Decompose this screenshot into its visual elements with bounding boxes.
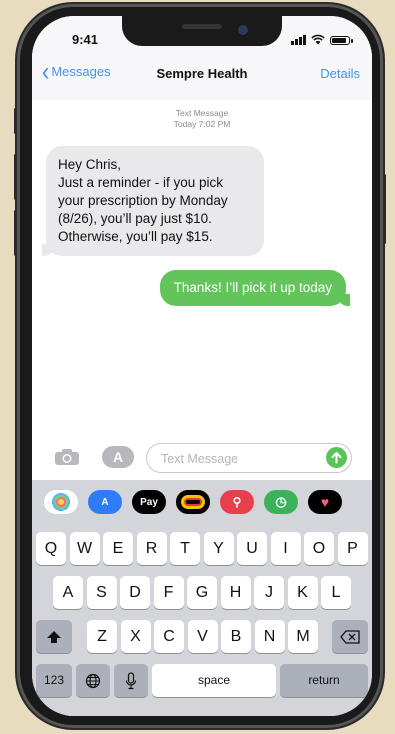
activity-rings-icon[interactable] [176,490,210,514]
key-i[interactable]: I [270,532,301,565]
timestamp-type: Text Message [175,108,229,118]
key-s[interactable]: S [86,576,117,609]
apps-icon: A [112,449,124,465]
timestamp-time: Today 7:02 PM [173,119,231,129]
key-v[interactable]: V [187,620,218,653]
key-o[interactable]: O [304,532,334,565]
globe-icon [85,673,101,688]
app-store-icon[interactable]: A [88,490,122,514]
keyboard-row-2: ASDFGHJKL [32,576,372,612]
message-input-field[interactable] [146,443,352,473]
key-t[interactable]: T [170,532,200,565]
keyboard-row-1: QWERTYUIOP [32,532,372,568]
key-q[interactable]: Q [36,532,66,565]
volume-down-button [14,210,17,256]
message-thread[interactable]: Text Message Today 7:02 PM Hey Chris, Ju… [32,100,372,440]
speaker [182,24,222,29]
key-r[interactable]: R [136,532,167,565]
key-z[interactable]: Z [87,620,117,653]
mute-switch [14,108,17,134]
search-images-icon[interactable]: ⚲ [220,490,254,514]
shift-key[interactable] [36,620,72,653]
backspace-key[interactable] [332,620,368,653]
dictation-key[interactable] [114,664,148,697]
notch [122,16,282,46]
return-key[interactable]: return [280,664,368,697]
numbers-key[interactable]: 123 [36,664,72,697]
key-u[interactable]: U [237,532,267,565]
apple-pay-icon[interactable]: Pay [132,490,166,514]
volume-up-button [14,154,17,200]
app-store-button[interactable]: A [102,446,134,468]
signal-icon [291,35,306,45]
status-icons [291,34,353,45]
message-input[interactable] [159,449,323,469]
wifi-icon [311,34,325,45]
microphone-icon [125,672,137,689]
status-time: 9:41 [72,32,99,47]
outgoing-message-bubble[interactable]: Thanks! I’ll pick it up today [159,270,351,306]
globe-key[interactable] [76,664,110,697]
incoming-message-bubble[interactable]: Hey Chris, Just a reminder - if you pick… [42,146,264,256]
power-button [383,174,386,244]
key-f[interactable]: F [153,576,184,609]
key-l[interactable]: L [321,576,351,609]
keyboard-row-3: ZXCVBNM [32,620,372,656]
key-j[interactable]: J [254,576,284,609]
front-camera [238,25,248,35]
key-e[interactable]: E [103,532,133,565]
message-line: your prescription by Monday [58,193,228,208]
phone-screen: 9:41 ‹ Messages Sempre Health Details Te… [32,16,372,716]
key-k[interactable]: K [287,576,318,609]
heart-app-icon[interactable]: ♥ [308,490,342,514]
backspace-icon [340,630,360,644]
photos-app-icon[interactable] [44,490,78,514]
details-button[interactable]: Details [320,66,360,81]
key-d[interactable]: D [120,576,150,609]
outgoing-message-text: Thanks! I’ll pick it up today [173,280,332,295]
space-key[interactable]: space [152,664,276,697]
battery-icon [330,36,353,45]
key-h[interactable]: H [220,576,251,609]
composer-bar: A [32,440,372,480]
send-button[interactable] [326,447,347,468]
shift-icon [47,630,61,643]
message-line: Just a reminder - if you pick [58,175,224,190]
key-a[interactable]: A [53,576,83,609]
apple-pay-label: Pay [140,496,158,508]
key-p[interactable]: P [337,532,368,565]
message-line: Hey Chris, [58,157,122,172]
key-y[interactable]: Y [203,532,234,565]
keyboard: QWERTYUIOP ASDFGHJKL ZXCVBNM 123 space r… [32,524,372,716]
imessage-app-strip: A Pay ⚲ ◷ ♥ [32,480,372,524]
key-g[interactable]: G [187,576,217,609]
key-n[interactable]: N [254,620,285,653]
message-line: Otherwise, you’ll pay $15. [58,229,213,244]
timestamp: Text Message Today 7:02 PM [32,108,372,130]
message-line: (8/26), you’ll pay just $10. [58,211,212,226]
key-x[interactable]: X [120,620,151,653]
music-clock-icon[interactable]: ◷ [264,490,298,514]
key-c[interactable]: C [154,620,184,653]
key-m[interactable]: M [288,620,318,653]
keyboard-row-4: 123 space return [32,664,372,700]
key-b[interactable]: B [221,620,251,653]
key-w[interactable]: W [69,532,100,565]
arrow-up-icon [331,452,342,464]
camera-icon[interactable] [54,448,80,466]
